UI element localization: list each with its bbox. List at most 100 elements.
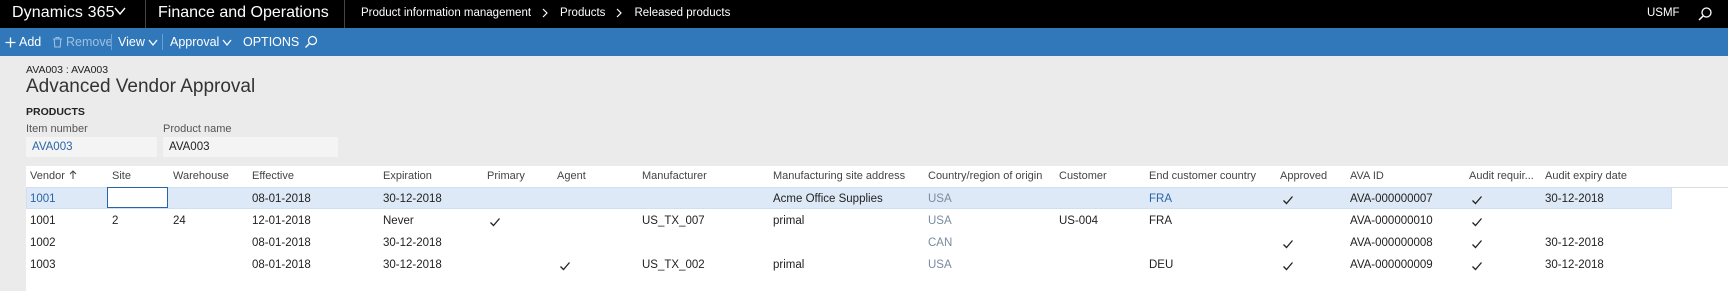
customer-cell: US-004: [1059, 215, 1098, 227]
module-name[interactable]: Finance and Operations: [158, 4, 329, 22]
column-header-end-customer-country[interactable]: End customer country: [1149, 170, 1256, 182]
chevron-down-icon[interactable]: [113, 4, 127, 18]
effective-cell: 08-01-2018: [252, 237, 311, 249]
page-title: Advanced Vendor Approval: [26, 76, 256, 97]
audit-required-check-icon: [1472, 240, 1482, 249]
breadcrumb: Product information management Products …: [361, 7, 730, 19]
effective-cell: 08-01-2018: [252, 193, 311, 205]
options-menu[interactable]: OPTIONS: [243, 35, 299, 49]
agent-check-icon: [560, 262, 570, 271]
divider: [111, 34, 112, 50]
product-name-label: Product name: [163, 123, 232, 135]
add-button[interactable]: Add: [5, 35, 41, 49]
breadcrumb-item[interactable]: Released products: [634, 7, 730, 19]
effective-cell: 08-01-2018: [252, 259, 311, 271]
breadcrumb-item[interactable]: Products: [560, 7, 605, 19]
chevron-right-icon: [542, 8, 548, 18]
origin-cell: USA: [928, 193, 952, 205]
product-name-field[interactable]: AVA003: [163, 137, 338, 157]
expiration-cell: 30-12-2018: [383, 237, 442, 249]
column-header-warehouse[interactable]: Warehouse: [173, 170, 229, 182]
view-menu[interactable]: View: [118, 35, 158, 49]
audit-required-check-icon: [1472, 262, 1482, 271]
column-header-manufacturing-site-address[interactable]: Manufacturing site address: [773, 170, 905, 182]
breadcrumb-item[interactable]: Product information management: [361, 7, 531, 19]
audit-expiry-cell: 30-12-2018: [1545, 237, 1604, 249]
remove-button[interactable]: Remove: [52, 35, 113, 49]
add-button-label: Add: [19, 35, 42, 49]
vendor-cell[interactable]: 1002: [30, 237, 56, 249]
company-selector[interactable]: USMF: [1647, 7, 1680, 19]
effective-cell: 12-01-2018: [252, 215, 311, 227]
origin-cell: CAN: [928, 237, 953, 249]
primary-check-icon: [490, 218, 500, 227]
audit-required-check-icon: [1472, 218, 1482, 227]
top-nav-bar: Dynamics 365 Finance and Operations Prod…: [0, 0, 1728, 28]
approved-check-icon: [1283, 240, 1293, 249]
divider: [145, 0, 146, 28]
column-header-site[interactable]: Site: [112, 170, 131, 182]
vendor-cell[interactable]: 1001: [30, 215, 56, 227]
item-number-label: Item number: [26, 123, 88, 135]
expiration-cell: Never: [383, 215, 414, 227]
end-country-cell[interactable]: FRA: [1149, 193, 1172, 205]
manufacturer-cell: US_TX_007: [642, 215, 705, 227]
site-input[interactable]: [107, 187, 168, 208]
approval-menu[interactable]: Approval: [170, 35, 232, 49]
site-cell: 2: [112, 215, 119, 227]
site-address-cell: primal: [773, 259, 805, 271]
column-header-primary[interactable]: Primary: [487, 170, 525, 182]
ava-id-cell: AVA-000000010: [1350, 215, 1433, 227]
expiration-cell: 30-12-2018: [383, 193, 442, 205]
section-header: PRODUCTS: [26, 106, 85, 118]
column-header-expiration[interactable]: Expiration: [383, 170, 432, 182]
site-address-cell: primal: [773, 215, 805, 227]
vendor-cell[interactable]: 1001: [30, 193, 56, 205]
audit-expiry-cell: 30-12-2018: [1545, 259, 1604, 271]
column-header-audit-required[interactable]: Audit requir...: [1469, 170, 1534, 182]
approved-check-icon: [1283, 196, 1293, 205]
audit-required-check-icon: [1472, 196, 1482, 205]
manufacturer-cell: US_TX_002: [642, 259, 705, 271]
chevron-down-icon: [148, 39, 158, 47]
plus-icon: [5, 37, 16, 47]
column-header-approved[interactable]: Approved: [1280, 170, 1327, 182]
sort-ascending-icon: [69, 170, 77, 179]
options-menu-label: OPTIONS: [243, 35, 300, 49]
ava-id-cell: AVA-000000009: [1350, 259, 1433, 271]
end-country-cell: DEU: [1149, 259, 1174, 271]
record-identifier: AVA003 : AVA003: [26, 64, 109, 76]
expiration-cell: 30-12-2018: [383, 259, 442, 271]
action-pane: Add Remove View Approval OPTIONS: [0, 28, 1728, 56]
app-brand[interactable]: Dynamics 365: [12, 4, 115, 22]
approval-menu-label: Approval: [170, 35, 220, 49]
vendor-cell[interactable]: 1003: [30, 259, 56, 271]
column-header-audit-expiry-date[interactable]: Audit expiry date: [1545, 170, 1627, 182]
column-header-effective[interactable]: Effective: [252, 170, 294, 182]
warehouse-cell: 24: [173, 215, 186, 227]
column-header-vendor[interactable]: Vendor: [30, 170, 77, 182]
end-country-cell: FRA: [1149, 215, 1172, 227]
ava-id-cell: AVA-000000008: [1350, 237, 1433, 249]
column-header-ava-id[interactable]: AVA ID: [1350, 170, 1384, 182]
ava-id-cell: AVA-000000007: [1350, 193, 1433, 205]
site-address-cell: Acme Office Supplies: [773, 193, 883, 205]
trash-icon: [53, 36, 62, 48]
origin-cell: USA: [928, 215, 952, 227]
remove-button-label: Remove: [66, 35, 113, 49]
divider: [344, 0, 345, 28]
item-number-field[interactable]: AVA003: [26, 137, 157, 157]
approved-check-icon: [1283, 262, 1293, 271]
audit-expiry-cell: 30-12-2018: [1545, 193, 1604, 205]
search-icon[interactable]: [304, 35, 318, 49]
origin-cell: USA: [928, 259, 952, 271]
column-header-customer[interactable]: Customer: [1059, 170, 1107, 182]
view-menu-label: View: [118, 35, 145, 49]
divider: [162, 34, 163, 50]
chevron-down-icon: [222, 39, 232, 47]
column-header-country-of-origin[interactable]: Country/region of origin: [928, 170, 1042, 182]
column-header-agent[interactable]: Agent: [557, 170, 586, 182]
chevron-right-icon: [617, 8, 623, 18]
column-header-manufacturer[interactable]: Manufacturer: [642, 170, 707, 182]
search-icon[interactable]: [1697, 6, 1713, 22]
